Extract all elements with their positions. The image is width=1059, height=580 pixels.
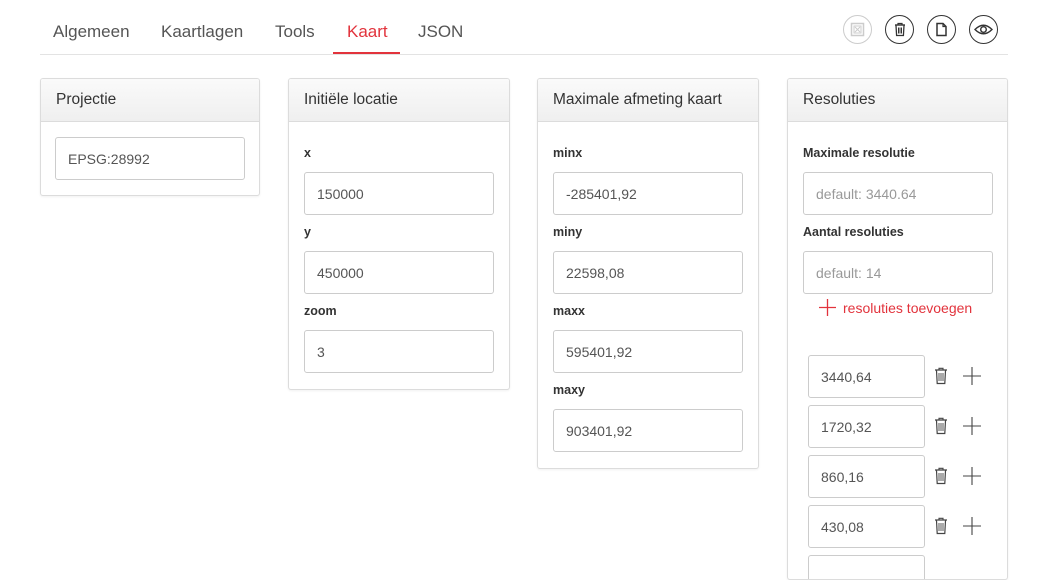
trash-icon[interactable] [934, 517, 948, 540]
zoom-label: zoom [304, 304, 337, 318]
tab-kaartlagen[interactable]: Kaartlagen [161, 22, 243, 42]
projectie-input[interactable] [55, 137, 245, 180]
maxx-label: maxx [553, 304, 585, 318]
plus-icon [819, 299, 836, 316]
maxy-input[interactable] [553, 409, 743, 452]
projectie-title: Projectie [41, 79, 259, 122]
x-label: x [304, 146, 311, 160]
add-resoluties-label: resoluties toevoegen [843, 299, 973, 316]
afmeting-panel: Maximale afmeting kaart minx miny maxx m… [537, 78, 759, 469]
max-resolutie-label: Maximale resolutie [803, 146, 915, 160]
zoom-input[interactable] [304, 330, 494, 373]
maxy-label: maxy [553, 383, 585, 397]
projectie-panel: Projectie [40, 78, 260, 196]
active-tab-indicator [333, 52, 400, 54]
y-label: y [304, 225, 311, 239]
resolution-input[interactable] [808, 405, 925, 448]
resoluties-title: Resoluties [788, 79, 1007, 122]
aantal-resoluties-input[interactable] [803, 251, 993, 294]
plus-icon[interactable] [962, 516, 982, 541]
miny-input[interactable] [553, 251, 743, 294]
maxx-input[interactable] [553, 330, 743, 373]
plus-icon[interactable] [962, 466, 982, 491]
resolution-input[interactable] [808, 355, 925, 398]
plus-icon[interactable] [962, 366, 982, 391]
trash-icon[interactable] [934, 417, 948, 440]
aantal-resoluties-label: Aantal resoluties [803, 225, 904, 239]
minx-input[interactable] [553, 172, 743, 215]
trash-icon [894, 22, 905, 37]
afmeting-title: Maximale afmeting kaart [538, 79, 758, 122]
resolution-input[interactable] [808, 555, 925, 579]
locatie-panel: Initiële locatie x y zoom [288, 78, 510, 390]
eye-icon [974, 24, 993, 35]
document-icon [936, 22, 947, 37]
tab-tools[interactable]: Tools [275, 22, 315, 42]
tab-json[interactable]: JSON [418, 22, 463, 42]
document-button[interactable] [927, 15, 956, 44]
add-resoluties-button[interactable]: resoluties toevoegen [818, 298, 972, 317]
close-box-button[interactable] [843, 15, 872, 44]
locatie-title: Initiële locatie [289, 79, 509, 122]
delete-button[interactable] [885, 15, 914, 44]
x-input[interactable] [304, 172, 494, 215]
preview-button[interactable] [969, 15, 998, 44]
resolution-input[interactable] [808, 505, 925, 548]
plus-icon[interactable] [962, 416, 982, 441]
close-box-icon [850, 22, 865, 37]
resoluties-panel: Resoluties Maximale resolutie Aantal res… [787, 78, 1008, 580]
tab-kaart[interactable]: Kaart [347, 22, 388, 42]
y-input[interactable] [304, 251, 494, 294]
tab-algemeen[interactable]: Algemeen [53, 22, 130, 42]
minx-label: minx [553, 146, 583, 160]
max-resolutie-input[interactable] [803, 172, 993, 215]
trash-icon[interactable] [934, 467, 948, 490]
resolution-input[interactable] [808, 455, 925, 498]
miny-label: miny [553, 225, 583, 239]
trash-icon[interactable] [934, 367, 948, 390]
